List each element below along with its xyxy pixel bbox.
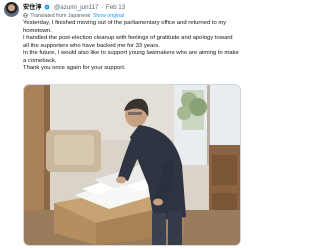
header-separator: · [101, 4, 104, 11]
tweet-photo[interactable] [23, 84, 241, 246]
tweet-text: Yesterday, I finished moving out of the … [23, 20, 239, 71]
tweet-card[interactable]: 安住淳 @azumi_jun117 · Feb 13 Translated fr… [0, 0, 245, 250]
photo-icon [24, 85, 240, 245]
translated-label: Translated from Japanese [30, 13, 91, 19]
author-handle[interactable]: @azumi_jun117 [54, 4, 98, 11]
globe-icon [23, 12, 28, 18]
tweet-date[interactable]: Feb 13 [106, 4, 125, 11]
show-original-link[interactable]: Show original [93, 13, 124, 19]
author-display-name[interactable]: 安住淳 [23, 4, 42, 11]
avatar[interactable] [4, 2, 19, 17]
verified-badge-icon [44, 3, 50, 10]
